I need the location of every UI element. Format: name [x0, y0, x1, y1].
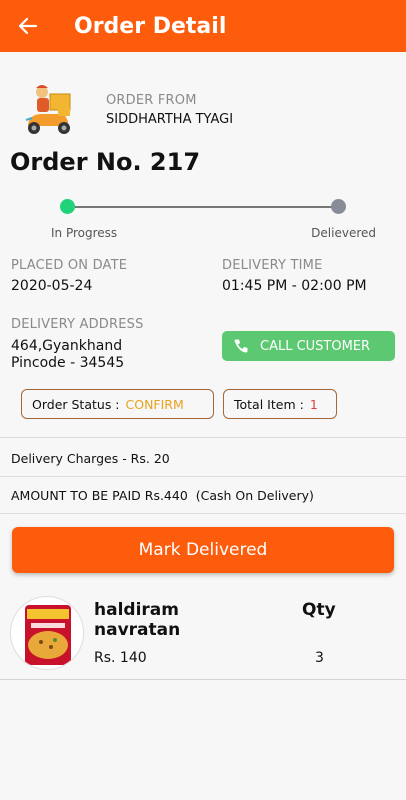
progress-dot-in-progress: [60, 199, 75, 214]
customer-name: SIDDHARTHA TYAGI: [106, 112, 234, 127]
qty-value: 3: [315, 650, 324, 666]
progress-label-delivered: Delievered: [311, 226, 376, 240]
divider: [0, 513, 406, 514]
order-status-value: CONFIRM: [125, 396, 184, 412]
product-price: Rs. 140: [94, 650, 147, 666]
arrow-left-icon: [18, 17, 38, 35]
back-button[interactable]: [0, 0, 56, 52]
qty-header: Qty: [302, 600, 336, 620]
progress-label-in-progress: In Progress: [51, 226, 118, 240]
amount-to-be-paid: AMOUNT TO BE PAID Rs.440 (Cash On Delive…: [11, 488, 314, 503]
snack-pack-image: [25, 605, 71, 665]
delivery-time-value: 01:45 PM - 02:00 PM: [222, 278, 367, 294]
placed-date-label: PLACED ON DATE: [11, 258, 128, 273]
order-number: Order No. 217: [10, 148, 201, 176]
order-from-label: ORDER FROM: [106, 93, 197, 108]
delivery-time-label: DELIVERY TIME: [222, 258, 323, 273]
delivery-charges: Delivery Charges - Rs. 20: [11, 451, 170, 466]
order-from-section: ORDER FROM SIDDHARTHA TYAGI: [20, 80, 233, 140]
delivery-address-label: DELIVERY ADDRESS: [11, 317, 144, 332]
total-item-badge: Total Item : 1: [223, 389, 337, 419]
call-customer-label: CALL CUSTOMER: [260, 338, 371, 354]
product-thumbnail: [10, 596, 84, 670]
mark-delivered-button[interactable]: Mark Delivered: [12, 527, 394, 573]
total-item-label: Total Item :: [234, 396, 304, 412]
address-line-2: Pincode - 34545: [11, 355, 125, 371]
delivery-scooter-icon: [25, 85, 71, 134]
progress-dot-delivered: [331, 199, 346, 214]
address-line-1: 464,Gyankhand: [11, 338, 123, 354]
order-progress-tracker: In Progress Delievered: [0, 196, 406, 246]
list-item: haldiram navratan Rs. 140 Qty 3: [0, 588, 406, 680]
product-name: haldiram navratan: [94, 600, 181, 640]
divider: [0, 437, 406, 438]
phone-icon: [234, 339, 248, 353]
app-bar: Order Detail: [0, 0, 406, 52]
divider: [0, 476, 406, 477]
placed-date-value: 2020-05-24: [11, 278, 93, 294]
page-title: Order Detail: [74, 13, 227, 39]
call-customer-button[interactable]: CALL CUSTOMER: [222, 331, 395, 361]
total-item-value: 1: [309, 396, 318, 412]
order-status-badge: Order Status : CONFIRM: [21, 389, 214, 419]
order-status-label: Order Status :: [32, 396, 120, 412]
progress-line: [68, 206, 338, 208]
